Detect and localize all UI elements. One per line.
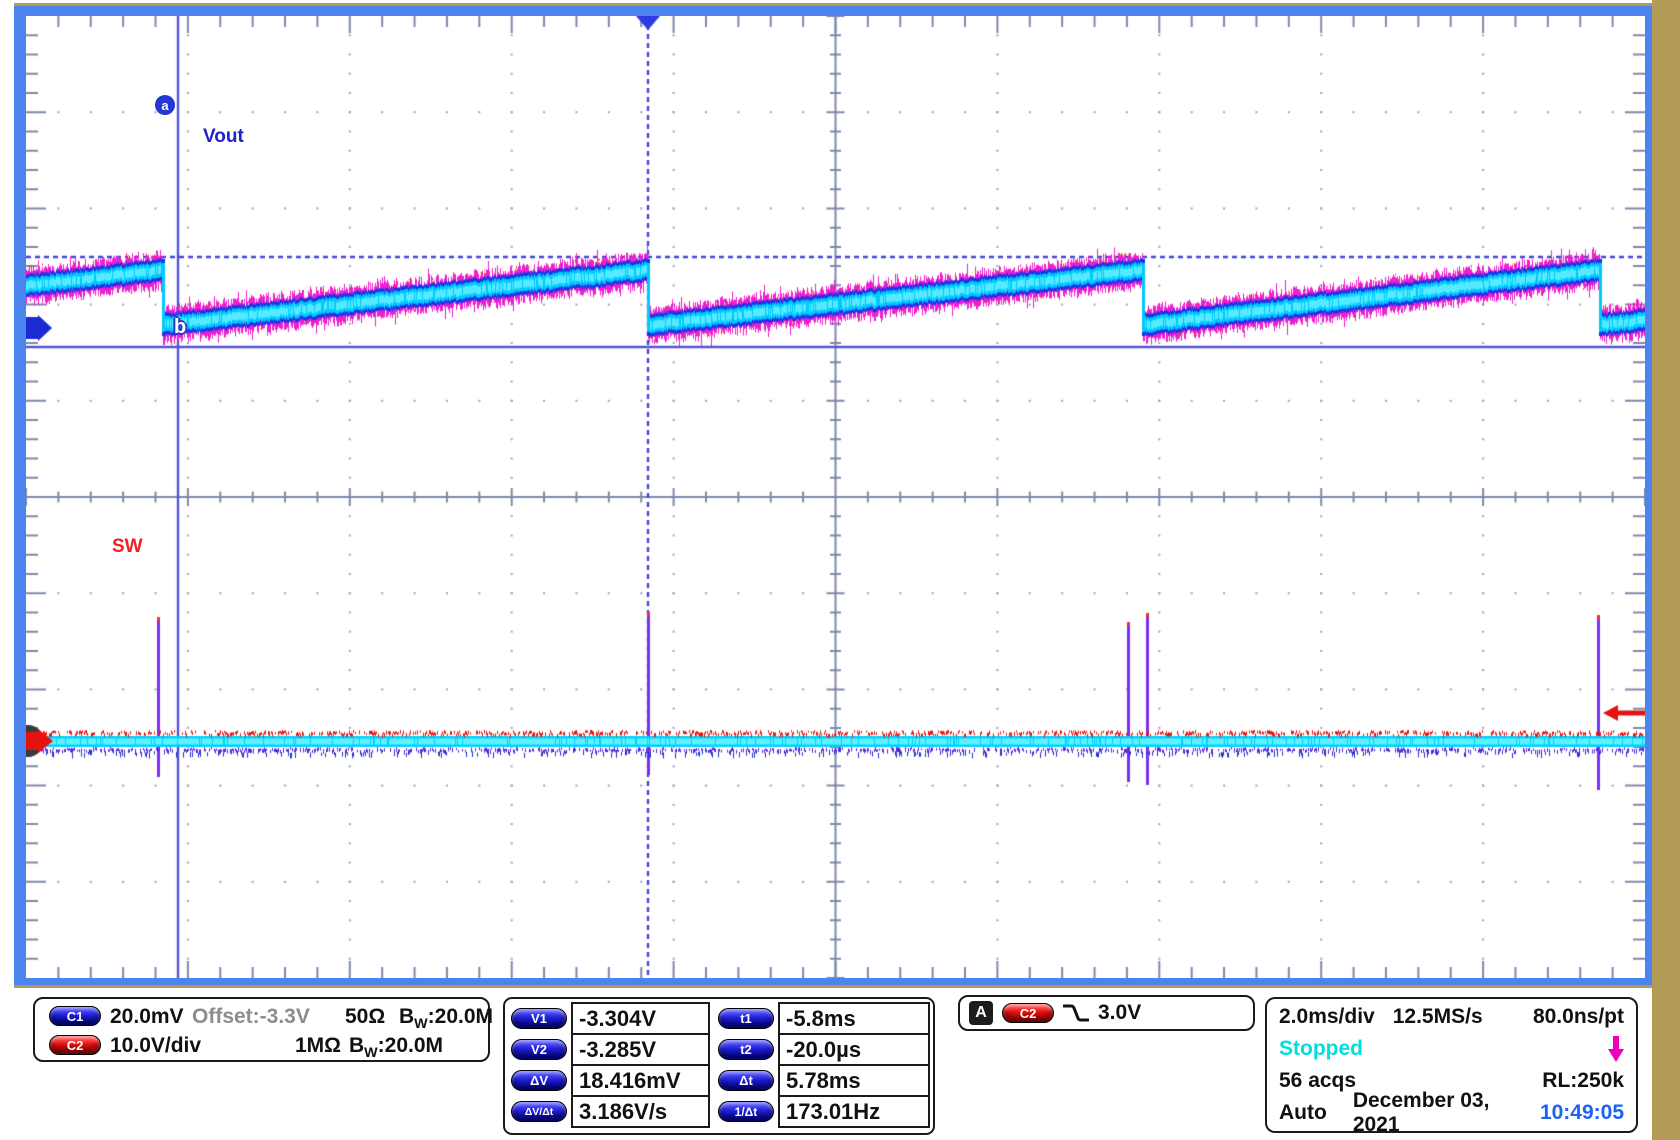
cursor-dv-badge: ΔV <box>511 1070 567 1091</box>
trigger-source-label: C2 <box>1020 1006 1037 1021</box>
trigger-level: 3.0V <box>1098 1001 1141 1025</box>
c1-bandwidth: BW:20.0M <box>399 1005 493 1032</box>
c2-scale: 10.0V/div <box>110 1034 201 1058</box>
cursor-v2-value: -3.285V <box>571 1033 710 1066</box>
cursor-t2-value: -20.0µs <box>778 1033 930 1066</box>
c1-offset: Offset:-3.3V <box>192 1005 310 1029</box>
waveform-display[interactable] <box>26 16 1645 978</box>
c2-bandwidth: BW:20.0M <box>349 1034 443 1061</box>
cursor-dt-badge: Δt <box>718 1070 774 1091</box>
acquisition-status: Stopped <box>1279 1037 1363 1061</box>
cursor-invdt-value: 173.01Hz <box>778 1095 930 1128</box>
plot-frame-bottom <box>14 978 1652 985</box>
plot-frame-right <box>1645 6 1652 985</box>
cursor-v2-badge: V2 <box>511 1039 567 1060</box>
trigger-position-arrow-icon <box>1608 1036 1624 1063</box>
acq-date: December 03, 2021 <box>1353 1089 1540 1137</box>
acquisition-panel[interactable]: 2.0ms/div 12.5MS/s 80.0ns/pt Stopped 56 … <box>1265 997 1638 1133</box>
c1-scale: 20.0mV <box>110 1005 184 1029</box>
channel-c2-badge[interactable]: C2 <box>49 1035 101 1055</box>
c2-badge-label: C2 <box>67 1038 84 1053</box>
c1-badge-label: C1 <box>67 1009 84 1024</box>
cursor-dv-value: 18.416mV <box>571 1064 710 1097</box>
trigger-source-badge[interactable]: C2 <box>1002 1003 1054 1023</box>
record-length: RL:250k <box>1542 1069 1624 1093</box>
cursor-dvdt-badge: ΔV/Δt <box>511 1101 567 1122</box>
cursor-a-marker[interactable]: a <box>155 95 175 115</box>
bezel-right <box>1652 0 1680 1140</box>
oscilloscope-screen: a b Vout SW C1 20.0mV Offset:-3.3V 50Ω B… <box>0 0 1680 1140</box>
cursor-invdt-badge: 1/Δt <box>718 1101 774 1122</box>
c1-termination: 50Ω <box>345 1005 385 1029</box>
cursor-dt-value: 5.78ms <box>778 1064 930 1097</box>
ch1-waveform-label: Vout <box>203 126 244 148</box>
trigger-a-badge: A <box>969 1001 993 1025</box>
ch2-waveform-label: SW <box>112 536 143 558</box>
cursor-b-marker[interactable]: b <box>174 316 186 339</box>
sample-resolution: 80.0ns/pt <box>1533 1005 1624 1029</box>
cursor-t1-value: -5.8ms <box>778 1002 930 1035</box>
bezel-bottom-line <box>14 985 1680 988</box>
cursor-v1-badge: V1 <box>511 1008 567 1029</box>
cursor-t1-badge: t1 <box>718 1008 774 1029</box>
trigger-mode: Auto <box>1279 1101 1327 1125</box>
c2-termination: 1MΩ <box>295 1034 341 1058</box>
cursor-a-label: a <box>161 98 168 113</box>
trigger-panel[interactable]: A C2 3.0V <box>958 995 1255 1031</box>
plot-frame-top <box>14 6 1652 16</box>
cursor-t2-badge: t2 <box>718 1039 774 1060</box>
acq-count: 56 acqs <box>1279 1069 1356 1093</box>
channel-c1-badge[interactable]: C1 <box>49 1006 101 1026</box>
cursor-b-label: b <box>174 316 186 338</box>
sample-rate: 12.5MS/s <box>1393 1005 1483 1029</box>
falling-edge-icon <box>1063 1003 1089 1023</box>
timebase: 2.0ms/div <box>1279 1005 1375 1029</box>
channel-settings-panel[interactable]: C1 20.0mV Offset:-3.3V 50Ω BW:20.0M C2 1… <box>33 997 490 1062</box>
cursor-readout-panel[interactable]: V1 V2 ΔV ΔV/Δt -3.304V -3.285V 18.416mV … <box>503 997 935 1135</box>
cursor-dvdt-value: 3.186V/s <box>571 1095 710 1128</box>
plot-frame-left <box>14 6 26 985</box>
cursor-v1-value: -3.304V <box>571 1002 710 1035</box>
acq-time: 10:49:05 <box>1540 1101 1624 1125</box>
